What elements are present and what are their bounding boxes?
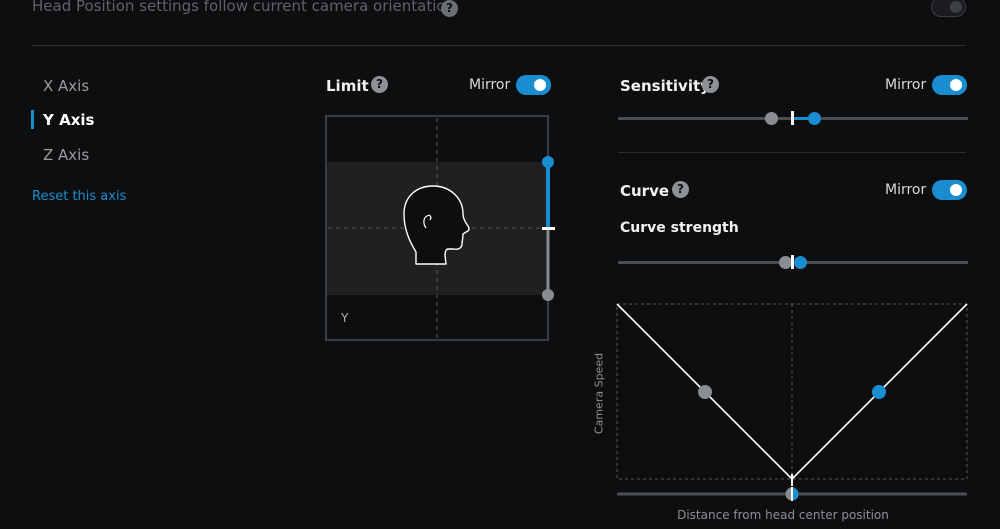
header-divider xyxy=(32,45,966,46)
curve-right-handle xyxy=(872,385,886,399)
limit-help-icon[interactable]: ? xyxy=(371,76,388,93)
curve-strength-center-mark xyxy=(791,255,794,269)
section-divider xyxy=(618,152,966,153)
sensitivity-title: Sensitivity xyxy=(620,77,710,95)
curve-strength-right-handle[interactable] xyxy=(794,256,807,269)
follow-camera-toggle[interactable] xyxy=(931,0,966,17)
active-axis-indicator xyxy=(31,110,34,129)
axis-item-z[interactable]: Z Axis xyxy=(43,146,89,164)
limit-mirror-label: Mirror xyxy=(469,77,511,93)
curve-title: Curve xyxy=(620,182,670,200)
sensitivity-mirror-label: Mirror xyxy=(885,77,927,93)
curve-strength-label: Curve strength xyxy=(620,220,739,236)
limit-title: Limit xyxy=(326,77,369,95)
curve-y-axis-label: Camera Speed xyxy=(592,352,606,435)
axis-item-x[interactable]: X Axis xyxy=(43,77,89,95)
curve-x-axis-label: Distance from head center position xyxy=(677,508,889,522)
limit-preview: Y xyxy=(325,115,555,341)
limit-preview-axis-label: Y xyxy=(340,311,349,325)
limit-upper-handle xyxy=(542,156,554,168)
follow-camera-help-icon[interactable]: ? xyxy=(441,0,458,17)
curve-left-handle xyxy=(698,385,712,399)
limit-mirror-toggle[interactable] xyxy=(516,75,551,95)
sensitivity-left-handle[interactable] xyxy=(765,112,778,125)
sensitivity-help-icon[interactable]: ? xyxy=(702,76,719,93)
curve-graph xyxy=(616,303,968,501)
sensitivity-center-mark xyxy=(791,111,794,125)
reset-axis-link[interactable]: Reset this axis xyxy=(32,189,126,204)
sensitivity-right-handle[interactable] xyxy=(808,112,821,125)
limit-lower-handle xyxy=(542,289,554,301)
sensitivity-mirror-toggle[interactable] xyxy=(932,75,967,95)
limit-center-mark xyxy=(542,227,555,230)
axis-item-y[interactable]: Y Axis xyxy=(43,111,94,129)
curve-base-center-mark xyxy=(791,487,793,501)
curve-help-icon[interactable]: ? xyxy=(672,181,689,198)
curve-mirror-label: Mirror xyxy=(885,182,927,198)
follow-camera-label: Head Position settings follow current ca… xyxy=(32,0,456,15)
curve-mirror-toggle[interactable] xyxy=(932,180,967,200)
